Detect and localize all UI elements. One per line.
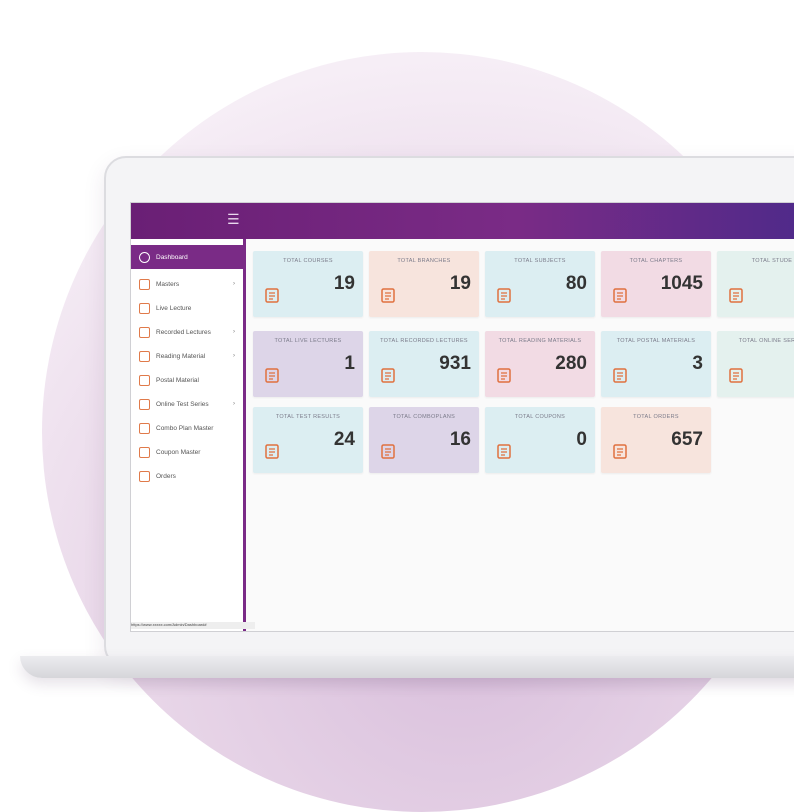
- stat-card-label: TOTAL READING MATERIALS: [498, 338, 582, 344]
- stat-card-value: 280: [555, 353, 587, 374]
- orders-icon: [139, 470, 150, 482]
- courses-icon: [263, 285, 283, 305]
- chevron-right-icon: ›: [233, 353, 235, 359]
- live-lectures-icon: [263, 365, 283, 385]
- stat-card-label: TOTAL COMBOPLANS: [392, 414, 456, 420]
- stat-card[interactable]: TOTAL COMBOPLANS 16: [369, 407, 479, 473]
- sidebar-item-recorded-lectures[interactable]: Recorded Lectures ›: [131, 321, 243, 343]
- stat-card[interactable]: TOTAL BRANCHES 19: [369, 251, 479, 317]
- chevron-right-icon: ›: [233, 329, 235, 335]
- chapters-icon: [611, 285, 631, 305]
- stat-card-value: 3: [692, 353, 703, 374]
- stat-card[interactable]: TOTAL CHAPTERS 1045: [601, 251, 711, 317]
- stat-card-label: TOTAL COURSES: [283, 258, 333, 264]
- online-series-icon: [727, 365, 747, 385]
- postal-material-icon: [139, 374, 150, 386]
- sidebar-item-label: Orders: [156, 472, 176, 480]
- sidebar-item-label: Online Test Series: [156, 400, 209, 408]
- stat-card[interactable]: TOTAL COUPONS 0: [485, 407, 595, 473]
- sidebar-item-online-test-series[interactable]: Online Test Series ›: [131, 393, 243, 415]
- recorded-lecture-icon: [139, 326, 150, 338]
- sidebar-item-reading-material[interactable]: Reading Material ›: [131, 345, 243, 367]
- chevron-right-icon: ›: [233, 401, 235, 407]
- sidebar-item-coupon-master[interactable]: Coupon Master: [131, 441, 243, 463]
- stat-card[interactable]: TOTAL ORDERS 657: [601, 407, 711, 473]
- stat-card-label: TOTAL RECORDED LECTURES: [380, 338, 468, 344]
- recorded-lectures-icon: [379, 365, 399, 385]
- stat-card[interactable]: TOTAL RECORDED LECTURES 931: [369, 331, 479, 397]
- stat-card-label: TOTAL BRANCHES: [397, 258, 451, 264]
- stat-card-value: 24: [333, 429, 355, 450]
- stat-card-label: TOTAL COUPONS: [514, 414, 566, 420]
- sidebar-item-postal-material[interactable]: Postal Material: [131, 369, 243, 391]
- sidebar-item-label: Masters: [156, 280, 180, 288]
- postal-materials-icon: [611, 365, 631, 385]
- laptop-base: [20, 656, 794, 678]
- sidebar-item-combo-plan-master[interactable]: Combo Plan Master: [131, 417, 243, 439]
- sidebar-item-label: Recorded Lectures: [156, 328, 211, 336]
- stat-card-value: 931: [439, 353, 471, 374]
- stat-card-label: TOTAL TEST RESULTS: [275, 414, 341, 420]
- sidebar-item-live-lecture[interactable]: Live Lecture: [131, 297, 243, 319]
- sidebar-item-label: Postal Material: [156, 376, 199, 384]
- stat-card-label: TOTAL CHAPTERS: [629, 258, 683, 264]
- chevron-right-icon: ›: [233, 281, 235, 287]
- stat-card-value: 1045: [660, 273, 703, 294]
- sidebar: Dashboard Masters › Live Lecture Recorde…: [131, 239, 255, 631]
- test-series-icon: [139, 398, 150, 410]
- sidebar-item-label: Reading Material: [156, 352, 206, 360]
- stat-card-value: 19: [333, 273, 355, 294]
- comboplans-icon: [379, 441, 399, 461]
- stat-card-label: TOTAL POSTAL MATERIALS: [616, 338, 696, 344]
- stat-card[interactable]: TOTAL SUBJECTS 80: [485, 251, 595, 317]
- sidebar-item-label: Dashboard: [156, 253, 188, 261]
- stat-card[interactable]: TOTAL READING MATERIALS 280: [485, 331, 595, 397]
- top-navbar: ☰: [131, 203, 794, 239]
- stat-card-value: 0: [576, 429, 587, 450]
- masters-icon: [139, 278, 150, 290]
- hamburger-menu-icon[interactable]: ☰: [227, 212, 240, 226]
- orders-icon: [611, 441, 631, 461]
- dashboard-icon: [139, 251, 150, 263]
- sidebar-item-orders[interactable]: Orders: [131, 465, 243, 487]
- stat-card[interactable]: TOTAL STUDE: [717, 251, 794, 317]
- coupons-icon: [495, 441, 515, 461]
- stat-card-value: 1: [344, 353, 355, 374]
- sidebar-item-dashboard[interactable]: Dashboard: [131, 245, 243, 269]
- stat-card-label: TOTAL STUDE: [751, 258, 793, 264]
- browser-status-bar: https://www.xxxxx.com/Admin/Dashboard#: [131, 622, 255, 629]
- stat-card-label: TOTAL LIVE LECTURES: [274, 338, 342, 344]
- reading-material-icon: [139, 350, 150, 362]
- sidebar-item-masters[interactable]: Masters ›: [131, 273, 243, 295]
- test-results-icon: [263, 441, 283, 461]
- stat-card-label: TOTAL ONLINE SERIES: [738, 338, 794, 344]
- stat-card[interactable]: TOTAL POSTAL MATERIALS 3: [601, 331, 711, 397]
- students-icon: [727, 285, 747, 305]
- sidebar-item-label: Combo Plan Master: [156, 424, 214, 432]
- stat-card-value: 16: [449, 429, 471, 450]
- sidebar-item-label: Coupon Master: [156, 448, 201, 456]
- stat-card-value: 657: [671, 429, 703, 450]
- live-lecture-icon: [139, 302, 150, 314]
- sidebar-item-label: Live Lecture: [156, 304, 192, 312]
- stat-card[interactable]: TOTAL LIVE LECTURES 1: [253, 331, 363, 397]
- combo-plan-icon: [139, 422, 150, 434]
- laptop-screen: ☰ Dashboard Masters › Live Lecture Recor…: [130, 202, 794, 632]
- coupon-icon: [139, 446, 150, 458]
- subjects-icon: [495, 285, 515, 305]
- stat-card-label: TOTAL SUBJECTS: [514, 258, 566, 264]
- stat-card-value: 80: [565, 273, 587, 294]
- stat-card-value: 19: [449, 273, 471, 294]
- stat-card-label: TOTAL ORDERS: [633, 414, 679, 420]
- stat-card[interactable]: TOTAL ONLINE SERIES: [717, 331, 794, 397]
- stat-card[interactable]: TOTAL COURSES 19: [253, 251, 363, 317]
- stat-card[interactable]: TOTAL TEST RESULTS 24: [253, 407, 363, 473]
- reading-materials-icon: [495, 365, 515, 385]
- branches-icon: [379, 285, 399, 305]
